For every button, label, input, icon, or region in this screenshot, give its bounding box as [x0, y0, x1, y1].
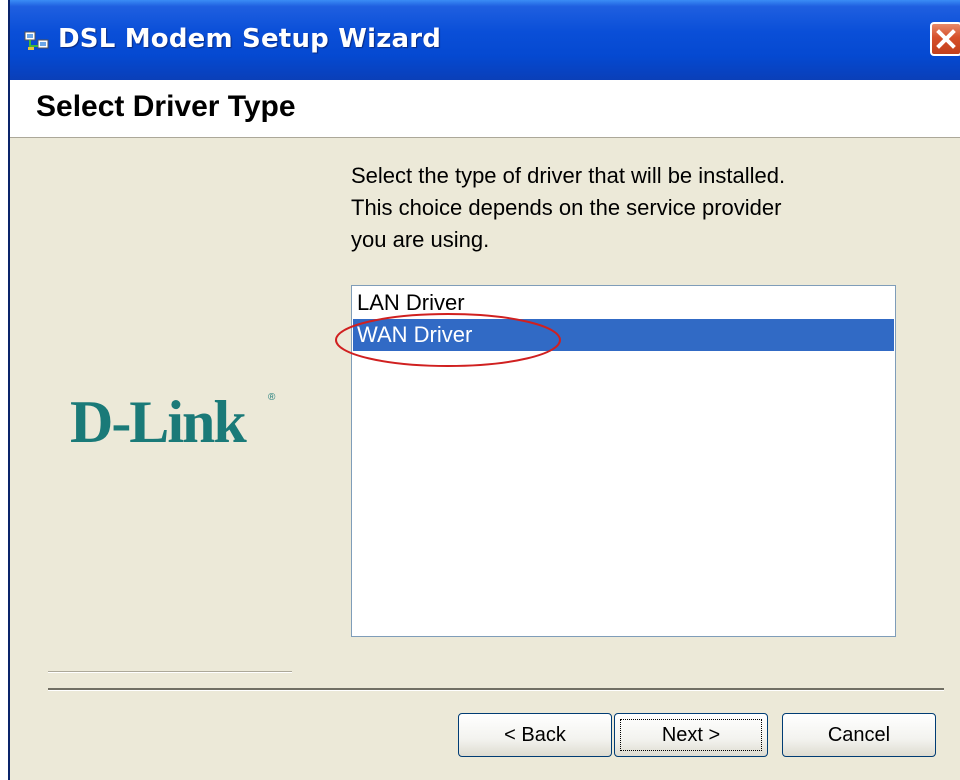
instructions-line: Select the type of driver that will be i… [351, 163, 786, 188]
instructions-line: This choice depends on the service provi… [351, 195, 782, 220]
registered-mark: ® [268, 392, 276, 403]
next-button-label: Next > [661, 724, 721, 746]
logo-divider [48, 671, 292, 673]
close-button[interactable] [930, 22, 960, 56]
wizard-window: DSL Modem Setup Wizard Select Driver Typ… [8, 0, 960, 780]
list-item-wan-driver[interactable]: WAN Driver [353, 319, 894, 351]
cancel-button-label: Cancel [827, 724, 891, 746]
back-button-label: < Back [504, 724, 566, 746]
network-computers-icon [24, 31, 49, 50]
cancel-button[interactable]: Cancel [782, 713, 936, 757]
back-button[interactable]: < Back [458, 713, 612, 757]
list-item-lan-driver[interactable]: LAN Driver [353, 287, 894, 319]
header-band: Select Driver Type [10, 80, 960, 138]
driver-type-listbox[interactable]: LAN Driver WAN Driver [351, 285, 896, 637]
button-bar-divider [48, 688, 944, 691]
dlink-logo: D-Link [70, 389, 247, 455]
close-icon [936, 29, 956, 49]
instructions-line: you are using. [351, 227, 490, 252]
window-title: DSL Modem Setup Wizard [58, 24, 442, 54]
page-title: Select Driver Type [36, 90, 296, 123]
instructions-text: Select the type of driver that will be i… [351, 160, 891, 256]
next-button[interactable]: Next > [614, 713, 768, 757]
title-bar[interactable]: DSL Modem Setup Wizard [10, 0, 960, 80]
